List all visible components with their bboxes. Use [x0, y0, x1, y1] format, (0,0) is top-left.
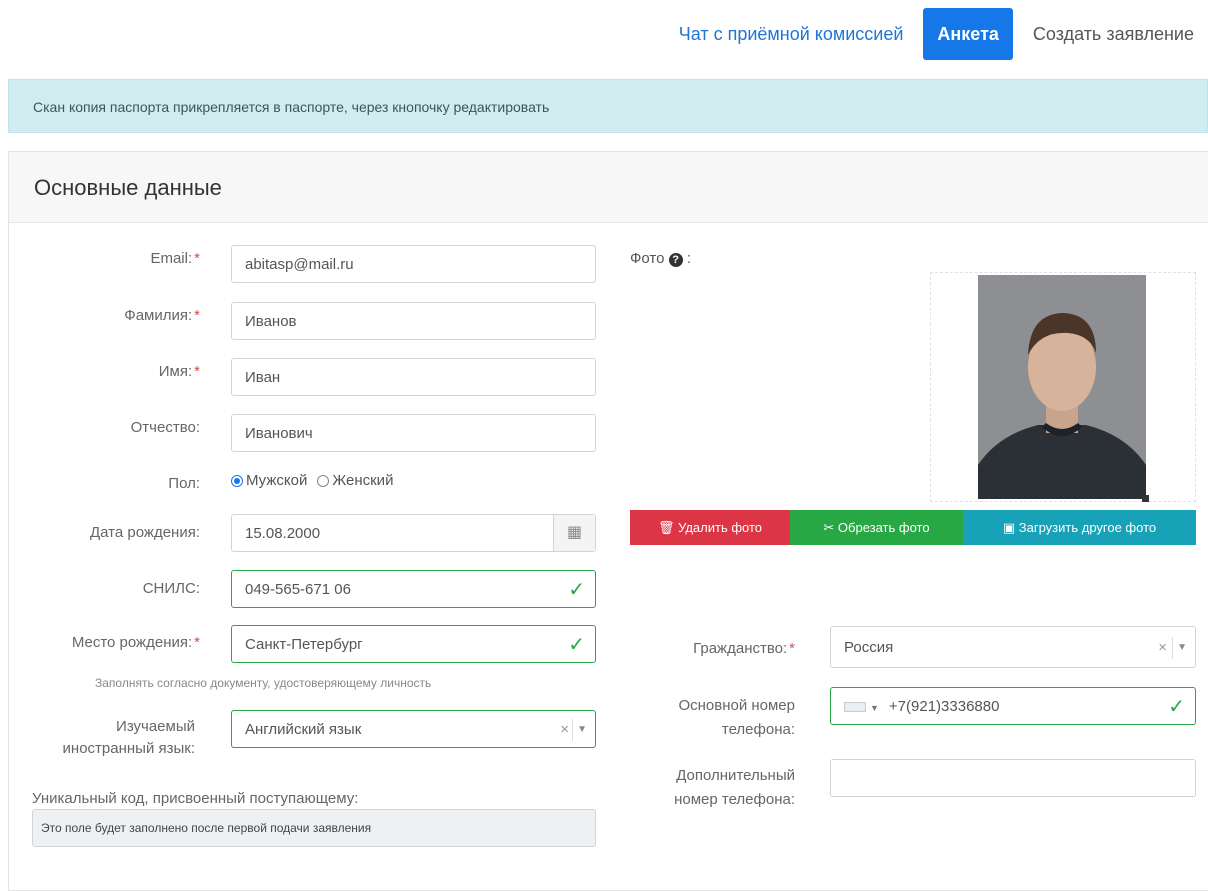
birthplace-hint: Заполнять согласно документу, удостоверя… — [95, 676, 432, 690]
chevron-down-icon[interactable]: ▼ — [577, 711, 587, 749]
language-select[interactable]: Английский язык × ▼ — [231, 710, 596, 748]
flag-icon[interactable] — [844, 702, 866, 713]
photo-label: Фото ? : — [630, 250, 691, 267]
gender-radio-group: Мужской Женский — [231, 472, 393, 489]
patronymic-label: Отчество: — [130, 419, 200, 436]
language-label: Изучаемый иностранный язык: — [62, 718, 195, 757]
delete-photo-button[interactable]: 🗑 Удалить фото — [630, 510, 790, 545]
valid-check-icon: ✓ — [1168, 696, 1185, 718]
crop-photo-button[interactable]: ✂ Обрезать фото — [790, 510, 963, 545]
email-input[interactable]: abitasp@mail.ru — [231, 245, 596, 283]
gender-female-radio[interactable] — [317, 474, 330, 487]
phone-input[interactable]: ▼ +7(921)3336880 ✓ — [830, 687, 1196, 725]
select-divider — [572, 719, 573, 741]
tab-profile[interactable]: Анкета — [923, 8, 1013, 60]
name-input[interactable]: Иван — [231, 358, 596, 396]
chevron-down-icon[interactable]: ▼ — [1177, 627, 1187, 669]
birthplace-input[interactable]: Санкт-Петербург ✓ — [231, 625, 596, 663]
create-application-link[interactable]: Создать заявление — [1019, 8, 1208, 60]
birthdate-label: Дата рождения: — [90, 524, 200, 541]
clear-icon[interactable]: × — [1158, 627, 1167, 669]
unique-code-input: Это поле будет заполнено после первой по… — [32, 809, 596, 847]
extra-phone-label: Дополнительный номер телефона: — [674, 767, 795, 808]
snils-label: СНИЛС: — [142, 580, 200, 597]
image-icon: ▣ — [1002, 520, 1019, 535]
trash-icon: 🗑 — [657, 520, 679, 535]
patronymic-input[interactable]: Иванович — [231, 414, 596, 452]
gender-label: Пол: — [168, 475, 200, 492]
surname-input[interactable]: Иванов — [231, 302, 596, 340]
chat-link[interactable]: Чат с приёмной комиссией — [665, 8, 918, 60]
chevron-down-icon[interactable]: ▼ — [870, 703, 879, 713]
profile-photo — [978, 275, 1146, 499]
valid-check-icon: ✓ — [568, 634, 585, 656]
citizenship-select[interactable]: Россия × ▼ — [830, 626, 1196, 668]
extra-phone-input[interactable] — [830, 759, 1196, 797]
surname-label: Фамилия: * — [124, 307, 200, 324]
top-nav: Чат с приёмной комиссией Анкета Создать … — [665, 8, 1208, 60]
valid-check-icon: ✓ — [568, 579, 585, 601]
gender-male-label: Мужской — [246, 472, 308, 489]
info-alert: Скан копия паспорта прикрепляется в пасп… — [8, 79, 1208, 133]
snils-input[interactable]: 049-565-671 06 ✓ — [231, 570, 596, 608]
resize-handle[interactable] — [1142, 495, 1149, 502]
clear-icon[interactable]: × — [560, 711, 569, 749]
card-title: Основные данные — [9, 152, 1208, 223]
scissors-icon: ✂ — [823, 520, 838, 535]
gender-female-label: Женский — [332, 472, 394, 489]
birthdate-input[interactable]: 15.08.2000 ▦ — [231, 514, 596, 552]
calendar-icon[interactable]: ▦ — [553, 515, 595, 551]
question-icon[interactable]: ? — [668, 253, 683, 267]
birthplace-label: Место рождения: * — [71, 634, 200, 651]
name-label: Имя: * — [158, 363, 200, 380]
upload-photo-button[interactable]: ▣ Загрузить другое фото — [963, 510, 1196, 545]
email-label: Email: * — [150, 250, 200, 267]
citizenship-label: Гражданство: * — [693, 640, 795, 657]
select-divider — [1172, 637, 1173, 659]
gender-male-radio[interactable] — [231, 474, 243, 487]
unique-code-label: Уникальный код, присвоенный поступающему… — [32, 790, 359, 807]
phone-label: Основной номер телефона: — [678, 697, 795, 738]
